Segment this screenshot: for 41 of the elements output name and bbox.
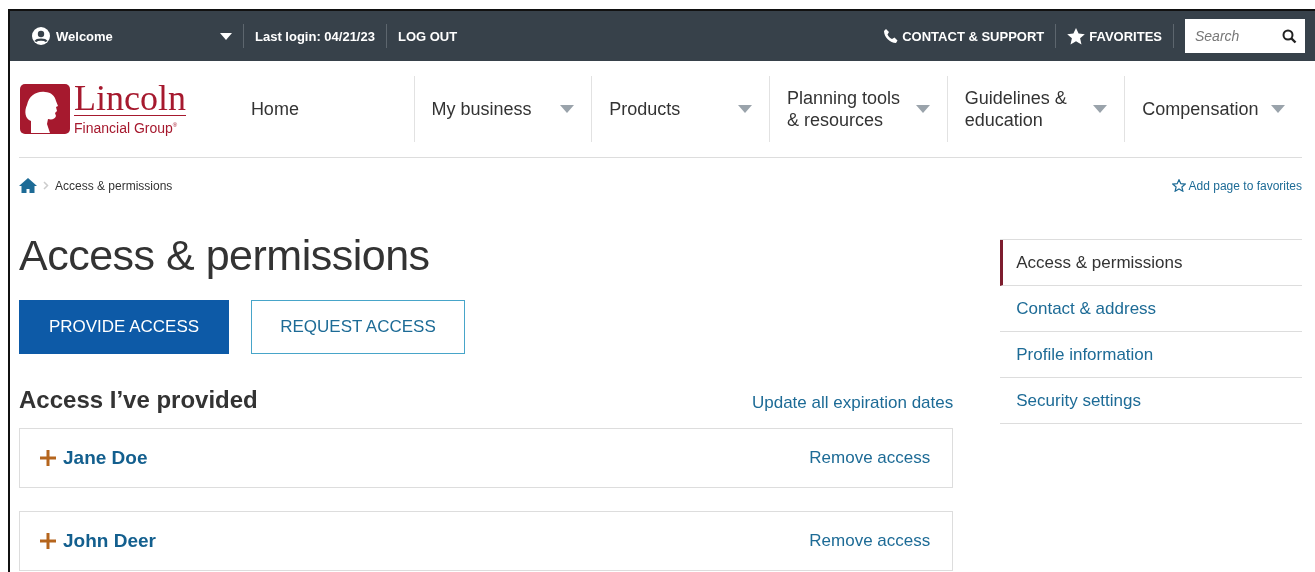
chevron-icon: [43, 181, 49, 190]
nav-item[interactable]: Compensation: [1124, 76, 1303, 142]
last-login: Last login: 04/21/23: [255, 28, 375, 44]
phone-icon: [883, 28, 900, 44]
welcome-menu[interactable]: Welcome: [56, 28, 214, 44]
side-nav-item[interactable]: Access & permissions: [1000, 240, 1302, 286]
logout-link[interactable]: LOG OUT: [397, 28, 458, 44]
section-heading: Access I’ve provided: [19, 386, 258, 414]
star-icon: [1067, 27, 1086, 45]
user-icon: [32, 27, 50, 45]
search-icon[interactable]: [1281, 28, 1297, 44]
logo-subtitle: Financial Group$^{®}$: [74, 118, 179, 137]
side-nav-item[interactable]: Security settings: [1000, 378, 1302, 424]
side-nav-item[interactable]: Contact & address: [1000, 286, 1302, 332]
plus-icon: [40, 450, 56, 466]
person-toggle[interactable]: John Deer: [40, 530, 156, 552]
person-toggle[interactable]: Jane Doe: [40, 447, 148, 469]
search-field[interactable]: Search: [1185, 19, 1273, 53]
side-nav-item[interactable]: Profile information: [1000, 332, 1302, 378]
provide-access-button[interactable]: PROVIDE ACCESS: [19, 300, 229, 354]
nav-item[interactable]: Planning tools & resources: [768, 76, 947, 142]
contact-support-link[interactable]: CONTACT & SUPPORT: [902, 28, 1045, 44]
nav-item[interactable]: Guidelines & education: [946, 76, 1125, 142]
remove-access-link[interactable]: Remove access: [809, 531, 931, 551]
nav-item[interactable]: Products: [591, 76, 769, 142]
page-title: Access & permissions: [19, 231, 431, 280]
home-icon[interactable]: [19, 178, 37, 193]
request-access-button[interactable]: REQUEST ACCESS: [251, 300, 465, 354]
plus-icon: [40, 533, 56, 549]
nav-item[interactable]: My business: [413, 76, 592, 142]
breadcrumb-item: Access & permissions: [55, 178, 173, 193]
favorites-link[interactable]: FAVORITES: [1089, 28, 1162, 44]
caret-icon[interactable]: [220, 32, 232, 40]
add-favorites-link[interactable]: Add page to favorites: [1171, 178, 1302, 193]
search-button[interactable]: [1273, 19, 1305, 53]
remove-access-link[interactable]: Remove access: [809, 448, 931, 468]
nav-item[interactable]: Home: [212, 76, 414, 142]
silhouette-logo-icon: [19, 83, 71, 135]
update-dates-link[interactable]: Update all expiration dates: [751, 393, 954, 413]
logo-name: Lincoln: [74, 81, 186, 117]
star-icon: [1171, 179, 1186, 192]
